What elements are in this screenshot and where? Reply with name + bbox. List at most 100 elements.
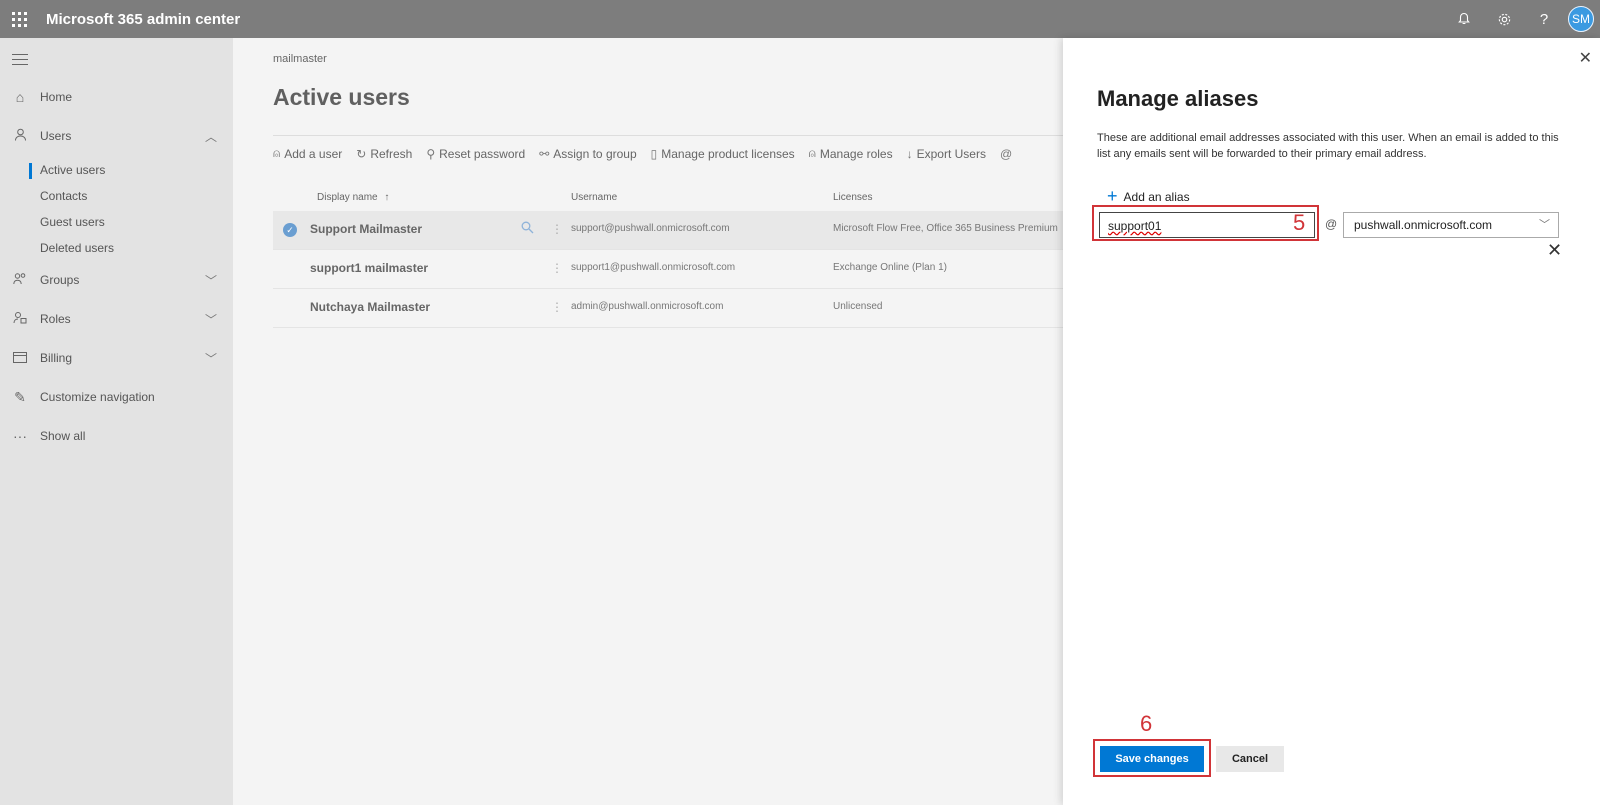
row-username: support1@pushwall.onmicrosoft.com xyxy=(571,262,736,273)
pencil-icon: ✎ xyxy=(14,388,26,405)
refresh-icon: ↻ xyxy=(356,146,367,161)
save-changes-button[interactable]: Save changes xyxy=(1100,746,1204,772)
search-icon[interactable] xyxy=(521,221,534,237)
bell-icon[interactable] xyxy=(1444,0,1484,38)
row-username: admin@pushwall.onmicrosoft.com xyxy=(571,301,724,312)
nav-sub-active-users[interactable]: Active users xyxy=(40,163,105,177)
add-user-button[interactable]: ⍝ Add a user xyxy=(273,146,342,161)
table-row[interactable]: support1 mailmaster ⋮ support1@pushwall.… xyxy=(273,250,1063,289)
display-name-header-label: Display name xyxy=(317,192,378,203)
more-options-icon[interactable]: ⋮ xyxy=(551,261,563,275)
domain-select-value: pushwall.onmicrosoft.com xyxy=(1354,218,1493,232)
nav-sub-deleted-users[interactable]: Deleted users xyxy=(40,241,114,255)
clipboard-icon: ▯ xyxy=(650,146,658,161)
download-icon: ↓ xyxy=(906,146,913,161)
nav-label-billing: Billing xyxy=(40,351,73,365)
remove-alias-icon[interactable]: ✕ xyxy=(1547,240,1562,261)
table-row[interactable]: ✓ Support Mailmaster ⋮ support@pushwall.… xyxy=(273,211,1063,250)
chevron-down-icon: ﹀ xyxy=(1539,219,1550,231)
gear-icon[interactable] xyxy=(1484,0,1524,38)
roles-icon: ⍝ xyxy=(808,146,816,160)
cancel-button[interactable]: Cancel xyxy=(1216,746,1284,772)
row-licenses: Unlicensed xyxy=(833,301,883,312)
nav-sub-contacts[interactable]: Contacts xyxy=(40,189,87,203)
nav-sub-guest-users[interactable]: Guest users xyxy=(40,215,105,229)
email-icon[interactable]: @ xyxy=(1000,146,1016,161)
top-bar: Microsoft 365 admin center ? SM xyxy=(0,0,1600,38)
row-licenses: Exchange Online (Plan 1) xyxy=(833,262,947,273)
row-display-name[interactable]: support1 mailmaster xyxy=(310,261,428,275)
row-display-name[interactable]: Support Mailmaster xyxy=(310,222,422,236)
assign-to-group-label: Assign to group xyxy=(553,146,637,161)
step-label-5: 5 xyxy=(1293,210,1306,235)
add-alias-label: Add an alias xyxy=(1123,189,1190,204)
nav-item-groups[interactable]: Groups ﹀ xyxy=(0,264,233,296)
home-icon: ⌂ xyxy=(15,89,25,105)
roles-icon xyxy=(0,311,40,327)
manage-licenses-button[interactable]: ▯ Manage product licenses xyxy=(651,146,795,161)
row-display-name[interactable]: Nutchaya Mailmaster xyxy=(310,300,430,314)
chevron-down-icon: ﹀ xyxy=(204,312,217,327)
reset-password-label: Reset password xyxy=(439,146,526,161)
nav-item-show-all[interactable]: ··· Show all xyxy=(0,420,233,452)
nav-label-users: Users xyxy=(40,129,72,143)
nav-item-customize[interactable]: ✎ Customize navigation xyxy=(0,381,233,413)
table-row[interactable]: Nutchaya Mailmaster ⋮ admin@pushwall.onm… xyxy=(273,289,1063,328)
nav-label-customize: Customize navigation xyxy=(40,390,155,404)
refresh-button[interactable]: ↻ Refresh xyxy=(356,146,412,161)
key-icon: ⚲ xyxy=(426,146,436,161)
step-label-6: 6 xyxy=(1140,711,1153,736)
user-icon xyxy=(0,128,40,144)
nav-item-users[interactable]: Users ︿ xyxy=(0,120,233,152)
export-users-button[interactable]: ↓ Export Users xyxy=(907,146,986,161)
chevron-down-icon: ﹀ xyxy=(204,273,217,288)
ellipsis-icon: ··· xyxy=(13,428,27,444)
assign-group-icon: ⚯ xyxy=(539,146,550,161)
hamburger-icon[interactable] xyxy=(12,54,28,69)
panel-description: These are additional email addresses ass… xyxy=(1097,132,1559,160)
billing-icon xyxy=(0,350,40,366)
app-launcher-icon[interactable] xyxy=(0,0,38,38)
nav-item-billing[interactable]: Billing ﹀ xyxy=(0,342,233,374)
add-user-icon: ⍝ xyxy=(273,146,281,160)
domain-select[interactable]: pushwall.onmicrosoft.com ﹀ xyxy=(1343,212,1559,238)
checkmark-icon[interactable]: ✓ xyxy=(283,223,297,237)
manage-roles-button[interactable]: ⍝ Manage roles xyxy=(809,146,893,161)
chevron-up-icon: ︿ xyxy=(204,129,217,144)
row-username: support@pushwall.onmicrosoft.com xyxy=(571,223,730,234)
sort-ascending-icon: ↑ xyxy=(384,192,390,203)
row-licenses: Microsoft Flow Free, Office 365 Business… xyxy=(833,223,1058,234)
left-navigation: ⌂ Home Users ︿ Active users Contacts Gue… xyxy=(0,38,233,805)
column-header-licenses[interactable]: Licenses xyxy=(833,192,872,203)
at-symbol: @ xyxy=(1325,217,1338,231)
nav-label-show-all: Show all xyxy=(40,429,86,443)
annotation-box xyxy=(1092,205,1319,241)
manage-aliases-panel: ✕ Manage aliases These are additional em… xyxy=(1063,38,1600,805)
main-content: mailmaster Active users ⍝ Add a user ↻ Ref… xyxy=(233,38,1063,805)
column-header-username[interactable]: Username xyxy=(571,192,617,203)
breadcrumb[interactable]: mailmaster xyxy=(273,53,327,65)
assign-to-group-button[interactable]: ⚯ Assign to group xyxy=(539,146,636,161)
manage-roles-label: Manage roles xyxy=(819,146,893,161)
column-header-display-name[interactable]: Display name ↑ xyxy=(317,192,389,203)
active-indicator xyxy=(29,163,32,179)
nav-item-roles[interactable]: Roles ﹀ xyxy=(0,303,233,335)
page-title: Active users xyxy=(273,84,410,110)
command-bar: ⍝ Add a user ↻ Refresh ⚲ Reset password ⚯ As… xyxy=(273,135,1063,161)
nav-label-home: Home xyxy=(40,90,73,104)
more-options-icon[interactable]: ⋮ xyxy=(551,300,563,314)
app-title: Microsoft 365 admin center xyxy=(46,10,241,28)
avatar[interactable]: SM xyxy=(1568,6,1594,32)
export-users-label: Export Users xyxy=(916,146,986,161)
manage-licenses-label: Manage product licenses xyxy=(661,146,795,161)
close-icon[interactable]: ✕ xyxy=(1579,48,1592,68)
chevron-down-icon: ﹀ xyxy=(204,351,217,366)
nav-item-home[interactable]: ⌂ Home xyxy=(0,81,233,113)
reset-password-button[interactable]: ⚲ Reset password xyxy=(426,146,525,161)
groups-icon xyxy=(0,272,40,288)
panel-title: Manage aliases xyxy=(1097,86,1259,111)
help-icon[interactable]: ? xyxy=(1524,0,1564,38)
add-alias-button[interactable]: + Add an alias xyxy=(1107,186,1190,207)
nav-label-roles: Roles xyxy=(40,312,71,326)
more-options-icon[interactable]: ⋮ xyxy=(551,222,563,236)
